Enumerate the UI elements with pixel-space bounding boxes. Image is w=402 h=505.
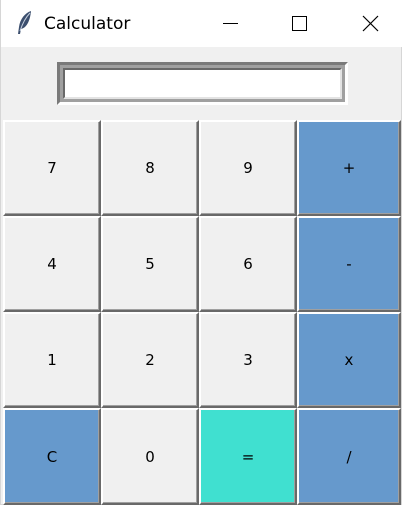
key-minus[interactable]: - xyxy=(297,216,401,312)
key-plus[interactable]: + xyxy=(297,120,401,216)
key-4[interactable]: 4 xyxy=(3,216,101,312)
keypad: 7 8 9 + 4 5 6 - 1 2 3 x C 0 = / xyxy=(3,120,401,505)
key-9[interactable]: 9 xyxy=(199,120,297,216)
feather-icon xyxy=(14,10,36,36)
key-clear[interactable]: C xyxy=(3,408,101,505)
display-frame xyxy=(57,62,348,105)
key-equals[interactable]: = xyxy=(199,408,297,505)
maximize-icon xyxy=(292,16,307,31)
minimize-button[interactable] xyxy=(196,0,264,47)
key-8[interactable]: 8 xyxy=(101,120,199,216)
close-icon xyxy=(362,15,379,32)
title-bar[interactable]: Calculator xyxy=(1,0,402,47)
key-6[interactable]: 6 xyxy=(199,216,297,312)
key-2[interactable]: 2 xyxy=(101,312,199,408)
close-button[interactable] xyxy=(334,0,402,47)
key-5[interactable]: 5 xyxy=(101,216,199,312)
maximize-button[interactable] xyxy=(265,0,333,47)
minimize-icon xyxy=(223,23,238,24)
calculator-window: Calculator 7 8 9 + 4 5 6 - 1 2 3 x C 0 =… xyxy=(0,0,402,505)
window-title: Calculator xyxy=(44,14,131,34)
key-3[interactable]: 3 xyxy=(199,312,297,408)
display-input[interactable] xyxy=(63,68,342,99)
key-divide[interactable]: / xyxy=(297,408,401,505)
key-7[interactable]: 7 xyxy=(3,120,101,216)
key-multiply[interactable]: x xyxy=(297,312,401,408)
key-0[interactable]: 0 xyxy=(101,408,199,505)
key-1[interactable]: 1 xyxy=(3,312,101,408)
